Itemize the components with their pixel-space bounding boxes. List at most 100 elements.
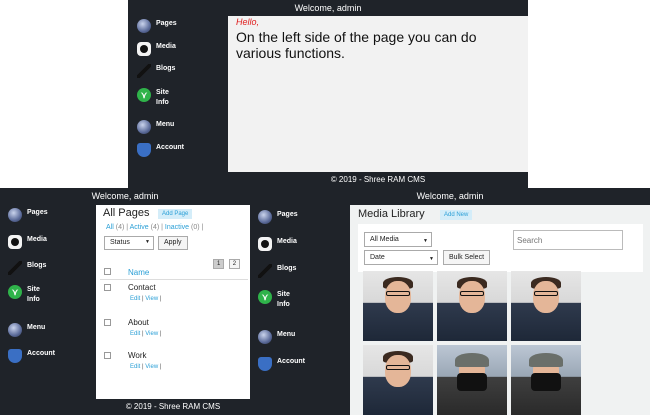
date-select[interactable]: Date ▼ <box>364 250 438 265</box>
chevron-down-icon: ▼ <box>145 239 150 245</box>
media-content: Media Library Add New All Media ▼ Date ▼ B… <box>350 205 650 415</box>
welcome-text: Welcome, admin <box>416 191 484 201</box>
chevron-down-icon: ▼ <box>423 238 428 244</box>
media-title: Media Library <box>358 208 425 220</box>
shield-icon <box>8 349 22 363</box>
edit-link[interactable]: Edit <box>130 364 140 370</box>
header-divider <box>100 279 248 280</box>
column-header-name[interactable]: Name <box>128 268 149 277</box>
sidebar-item-media[interactable]: Media <box>8 235 47 249</box>
welcome-message: On the left side of the page you can do … <box>236 29 477 61</box>
sidebar-item-blogs[interactable]: Blogs <box>137 64 175 78</box>
sidebar-item-pages[interactable]: Pages <box>8 208 48 222</box>
add-page-button[interactable]: Add Page <box>158 209 193 219</box>
status-filters: All (4) | Active (4) | Inactive (0) | <box>106 224 204 231</box>
view-link[interactable]: View <box>145 331 158 337</box>
add-new-button[interactable]: Add New <box>440 210 473 220</box>
bubble-icon <box>258 330 272 344</box>
camera-icon <box>258 237 272 251</box>
pagination: 1 2 <box>213 252 241 270</box>
media-filter-select[interactable]: All Media ▼ <box>364 232 432 247</box>
bubble-icon <box>137 19 151 33</box>
page-1-button[interactable]: 1 <box>213 259 225 269</box>
footer-text: © 2019 - Shree RAM CMS <box>125 402 221 411</box>
view-link[interactable]: View <box>145 364 158 370</box>
home-content: Hello, On the left side of the page you … <box>228 16 528 172</box>
row-name: About <box>128 318 149 327</box>
footer: © 2019 - Shree RAM CMS <box>96 399 250 415</box>
media-thumbnail[interactable] <box>363 271 433 341</box>
sidebar-item-blogs[interactable]: Blogs <box>8 261 46 275</box>
sidebar-item-blogs[interactable]: Blogs <box>258 264 296 278</box>
bubble-icon <box>258 210 272 224</box>
sidebar-item-account[interactable]: Account <box>8 349 55 363</box>
sidebar-item-menu[interactable]: Menu <box>258 330 295 344</box>
media-thumbnail[interactable] <box>363 345 433 415</box>
sidebar-item-media[interactable]: Media <box>258 237 297 251</box>
pen-icon <box>258 264 272 278</box>
footer-text: © 2019 - Shree RAM CMS <box>330 175 426 184</box>
row-name: Contact <box>128 283 156 292</box>
media-thumbnail[interactable] <box>437 345 507 415</box>
bubble-icon <box>137 120 151 134</box>
pen-icon <box>137 64 151 78</box>
bulk-select-button[interactable]: Bulk Select <box>443 250 491 265</box>
search-input[interactable] <box>513 230 623 250</box>
bubble-icon <box>8 208 22 222</box>
sidebar-item-pages[interactable]: Pages <box>258 210 298 224</box>
media-thumbnail[interactable] <box>437 271 507 341</box>
camera-icon <box>8 235 22 249</box>
welcome-bar: Welcome, admin <box>250 188 650 205</box>
site-info-icon: ⋎ <box>258 290 272 304</box>
page-2-button[interactable]: 2 <box>228 259 241 269</box>
sidebar-item-account[interactable]: Account <box>137 143 184 157</box>
filter-active[interactable]: Active <box>130 224 149 231</box>
welcome-bar: Welcome, admin <box>128 0 528 16</box>
home-panel: Welcome, admin Pages Media Blogs ⋎ Site I… <box>128 0 528 188</box>
sidebar-item-account[interactable]: Account <box>258 357 305 371</box>
welcome-text: Welcome, admin <box>91 191 159 201</box>
sidebar-item-pages[interactable]: Pages <box>137 19 177 33</box>
filter-inactive-count: (0) <box>191 224 200 231</box>
table-row: Contact Edit | View | <box>96 283 250 313</box>
camera-icon <box>137 42 151 56</box>
row-actions: Edit | View | <box>130 364 162 370</box>
sidebar-item-site-info[interactable]: ⋎ Site Info <box>8 285 48 305</box>
sidebar-item-media[interactable]: Media <box>137 42 176 56</box>
edit-link[interactable]: Edit <box>130 331 140 337</box>
edit-link[interactable]: Edit <box>130 296 140 302</box>
row-checkbox[interactable] <box>104 352 111 359</box>
table-row: About Edit | View | <box>96 318 250 348</box>
sidebar-item-site-info[interactable]: ⋎ Site Info <box>137 88 177 108</box>
apply-button[interactable]: Apply <box>158 236 188 250</box>
chevron-down-icon: ▼ <box>429 256 434 262</box>
row-checkbox[interactable] <box>104 284 111 291</box>
row-checkbox[interactable] <box>104 319 111 326</box>
view-link[interactable]: View <box>145 296 158 302</box>
sidebar-item-menu[interactable]: Menu <box>8 323 45 337</box>
pages-content: All Pages Add Page All (4) | Active (4) … <box>96 205 250 399</box>
media-thumbnail[interactable] <box>511 271 581 341</box>
media-thumbnail[interactable] <box>511 345 581 415</box>
page-title: All Pages <box>103 207 150 219</box>
filter-all[interactable]: All <box>106 224 114 231</box>
shield-icon <box>137 143 151 157</box>
pages-panel: Welcome, admin Pages Media Blogs ⋎ Site I… <box>0 188 250 415</box>
status-select[interactable]: Status ▼ <box>104 236 154 250</box>
row-actions: Edit | View | <box>130 331 162 337</box>
filter-active-count: (4) <box>150 224 160 231</box>
shield-icon <box>258 357 272 371</box>
filter-inactive[interactable]: Inactive <box>165 224 189 231</box>
row-name: Work <box>128 351 147 360</box>
sidebar-item-menu[interactable]: Menu <box>137 120 174 134</box>
site-info-icon: ⋎ <box>8 285 22 299</box>
welcome-text: Welcome, admin <box>294 3 362 13</box>
bubble-icon <box>8 323 22 337</box>
footer: © 2019 - Shree RAM CMS <box>228 172 528 188</box>
sidebar-item-site-info[interactable]: ⋎ Site Info <box>258 290 298 310</box>
pen-icon <box>8 261 22 275</box>
row-actions: Edit | View | <box>130 296 162 302</box>
select-all-checkbox[interactable] <box>104 268 111 275</box>
greeting-text: Hello, <box>236 17 260 27</box>
table-row: Work Edit | View | <box>96 351 250 381</box>
